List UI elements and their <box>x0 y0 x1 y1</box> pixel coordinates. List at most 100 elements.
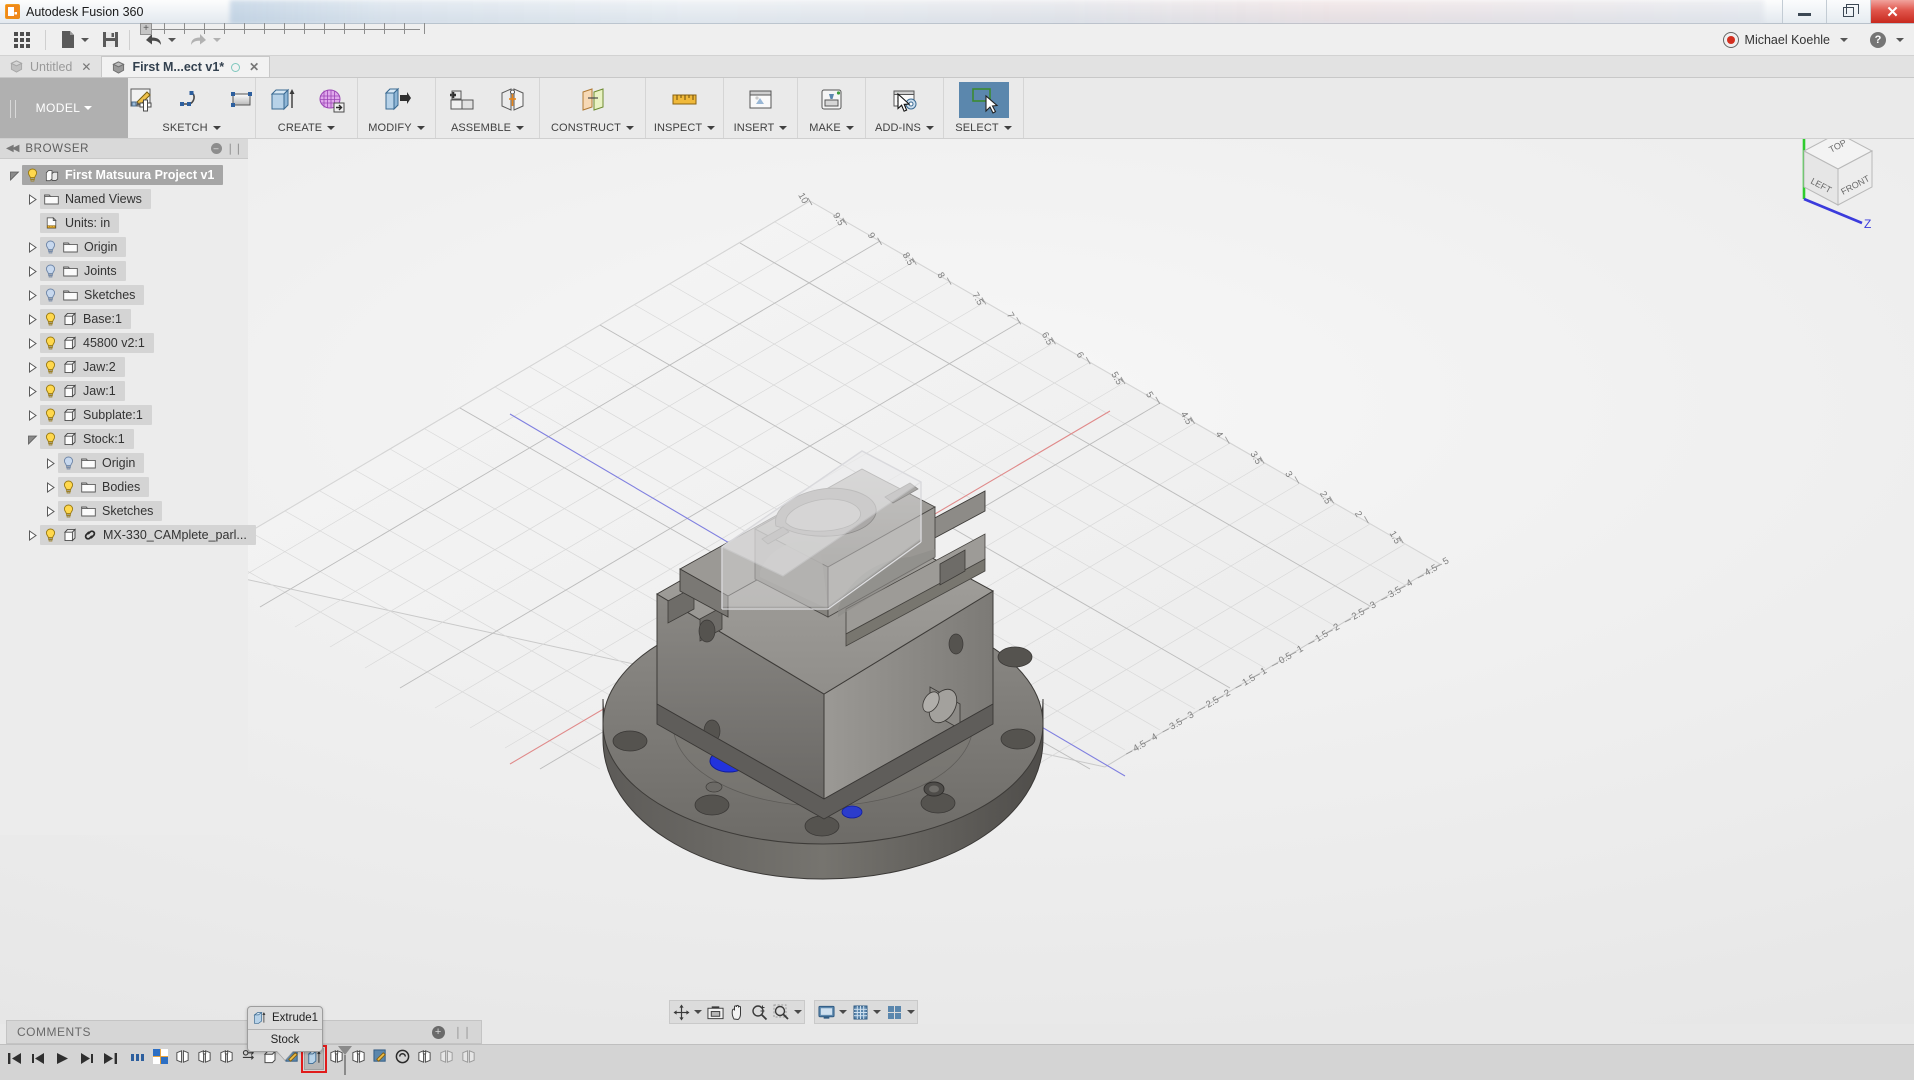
tree-item-chip[interactable]: Units: in <box>40 213 120 233</box>
tree-row-stock-1[interactable]: Stock:1 <box>0 427 248 451</box>
bulb-off-icon[interactable] <box>44 264 57 278</box>
user-name-label[interactable]: Michael Koehle <box>1745 33 1830 47</box>
offset-plane-button[interactable] <box>568 82 618 118</box>
tree-expand-arrow[interactable] <box>24 359 40 375</box>
viewports-button[interactable] <box>883 1001 905 1023</box>
new-component-button[interactable] <box>438 82 488 118</box>
ribbon-group-label[interactable]: MODIFY <box>360 118 433 137</box>
ribbon-group-label[interactable]: CONSTRUCT <box>542 118 643 137</box>
bulb-off-icon[interactable] <box>44 288 57 302</box>
insert-mcmaster-button[interactable] <box>736 82 786 118</box>
select-window-button[interactable] <box>958 82 1009 118</box>
extrude-button[interactable] <box>257 82 307 118</box>
close-icon[interactable]: ✕ <box>249 60 259 74</box>
bulb-on-icon[interactable] <box>26 168 39 182</box>
doc-tab-untitled[interactable]: Untitled ✕ <box>0 56 103 77</box>
tree-item-chip[interactable]: First Matsuura Project v1 <box>22 165 224 185</box>
tree-row-jaw-2[interactable]: Jaw:2 <box>0 355 248 379</box>
go-to-start-button[interactable] <box>6 1050 22 1066</box>
ribbon-group-label[interactable]: ASSEMBLE <box>438 118 537 137</box>
press-pull-button[interactable] <box>372 82 422 118</box>
plus-circle-icon[interactable]: + <box>431 1025 445 1039</box>
tree-expand-arrow[interactable] <box>24 191 40 207</box>
ribbon-group-label[interactable]: ADD-INS <box>868 118 941 137</box>
panel-grip[interactable]: ❘❘ <box>226 142 243 155</box>
comments-bar[interactable]: COMMENTS + ❘❘ <box>6 1020 482 1044</box>
tree-expand-arrow[interactable] <box>24 287 40 303</box>
chevron-down-icon[interactable] <box>1896 37 1904 42</box>
grid-snaps-dropdown[interactable] <box>871 1001 883 1023</box>
ribbon-group-label[interactable]: INSPECT <box>648 118 721 137</box>
maximize-button[interactable] <box>1826 0 1870 23</box>
tree-item-chip[interactable]: Sketches <box>40 285 145 305</box>
tree-expand-arrow[interactable] <box>24 407 40 423</box>
pan-button[interactable] <box>726 1001 748 1023</box>
orbit-dropdown[interactable] <box>692 1001 704 1023</box>
bulb-on-icon[interactable] <box>44 408 57 422</box>
bulb-on-icon[interactable] <box>44 360 57 374</box>
tree-item-chip[interactable]: Origin <box>40 237 127 257</box>
bulb-on-icon[interactable] <box>44 312 57 326</box>
record-button[interactable] <box>1722 31 1739 48</box>
bulb-on-icon[interactable] <box>44 384 57 398</box>
tree-item-chip[interactable]: Subplate:1 <box>40 405 152 425</box>
minus-circle-icon[interactable]: – <box>210 143 222 154</box>
viewports-dropdown[interactable] <box>905 1001 917 1023</box>
collapse-left-icon[interactable]: ◀◀ <box>6 143 19 154</box>
tree-collapse-arrow[interactable] <box>24 431 40 447</box>
tree-row-sketches[interactable]: Sketches <box>0 499 248 523</box>
tree-item-chip[interactable]: Base:1 <box>40 309 131 329</box>
timeline-feature-joint-7[interactable] <box>436 1048 456 1070</box>
minimize-button[interactable] <box>1782 0 1826 23</box>
timeline-feature-joint-8[interactable] <box>458 1048 478 1070</box>
workspace-switcher-button[interactable]: MODEL <box>0 78 128 138</box>
zoom-button[interactable] <box>748 1001 770 1023</box>
tree-item-chip[interactable]: Origin <box>58 453 145 473</box>
tree-item-chip[interactable]: MX-330_CAMplete_parl... <box>40 525 256 545</box>
save-button[interactable] <box>97 27 124 53</box>
orbit-button[interactable] <box>670 1001 692 1023</box>
measure-button[interactable] <box>660 82 710 118</box>
ribbon-group-label[interactable]: INSERT <box>726 118 795 137</box>
view-cube[interactable]: Y Z TOP LEFT FRONT <box>1776 139 1896 231</box>
timeline-feature-sketch-2[interactable] <box>370 1048 390 1070</box>
tree-row-origin[interactable]: Origin <box>0 451 248 475</box>
look-at-button[interactable] <box>704 1001 726 1023</box>
new-file-button[interactable] <box>55 27 93 53</box>
tree-item-chip[interactable]: 45800 v2:1 <box>40 333 154 353</box>
tree-expand-arrow[interactable] <box>24 383 40 399</box>
tree-expand-arrow[interactable] <box>24 335 40 351</box>
create-mesh-button[interactable] <box>307 82 357 118</box>
timeline-feature-joint-1[interactable] <box>172 1048 192 1070</box>
tree-row-bodies[interactable]: Bodies <box>0 475 248 499</box>
tree-item-chip[interactable]: Jaw:1 <box>40 381 125 401</box>
tree-row-mx-330-camplete-parl[interactable]: MX-330_CAMplete_parl... <box>0 523 256 547</box>
bulb-on-icon[interactable] <box>44 528 57 542</box>
joint-button[interactable] <box>488 82 538 118</box>
tree-expand-arrow[interactable] <box>42 479 58 495</box>
tree-row-origin[interactable]: Origin <box>0 235 248 259</box>
bulb-on-icon[interactable] <box>62 504 75 518</box>
timeline-add-button[interactable]: + <box>140 23 152 35</box>
step-forward-button[interactable] <box>78 1050 94 1066</box>
close-button[interactable]: ✕ <box>1870 0 1914 23</box>
bulb-off-icon[interactable] <box>62 456 75 470</box>
tree-row-subplate-1[interactable]: Subplate:1 <box>0 403 248 427</box>
comments-grip[interactable]: ❘❘ <box>453 1025 472 1039</box>
spline-button[interactable] <box>167 82 217 118</box>
tree-row-units-in[interactable]: Units: in <box>0 211 248 235</box>
tree-item-chip[interactable]: Named Views <box>40 189 151 209</box>
bulb-on-icon[interactable] <box>44 432 57 446</box>
tree-expand-arrow[interactable] <box>42 503 58 519</box>
tree-item-chip[interactable]: Stock:1 <box>40 429 134 449</box>
timeline-feature-joint-3[interactable] <box>216 1048 236 1070</box>
close-icon[interactable]: ✕ <box>81 60 91 74</box>
tree-row-sketches[interactable]: Sketches <box>0 283 248 307</box>
bulb-on-icon[interactable] <box>44 336 57 350</box>
timeline-feature-joint-6[interactable] <box>414 1048 434 1070</box>
tree-row-first-matsuura-project-v1[interactable]: First Matsuura Project v1 <box>0 163 248 187</box>
timeline-end-marker[interactable] <box>338 1046 352 1075</box>
tree-item-chip[interactable]: Sketches <box>58 501 163 521</box>
ribbon-group-label[interactable]: SKETCH <box>130 118 253 137</box>
ribbon-group-label[interactable]: SELECT <box>946 118 1021 137</box>
